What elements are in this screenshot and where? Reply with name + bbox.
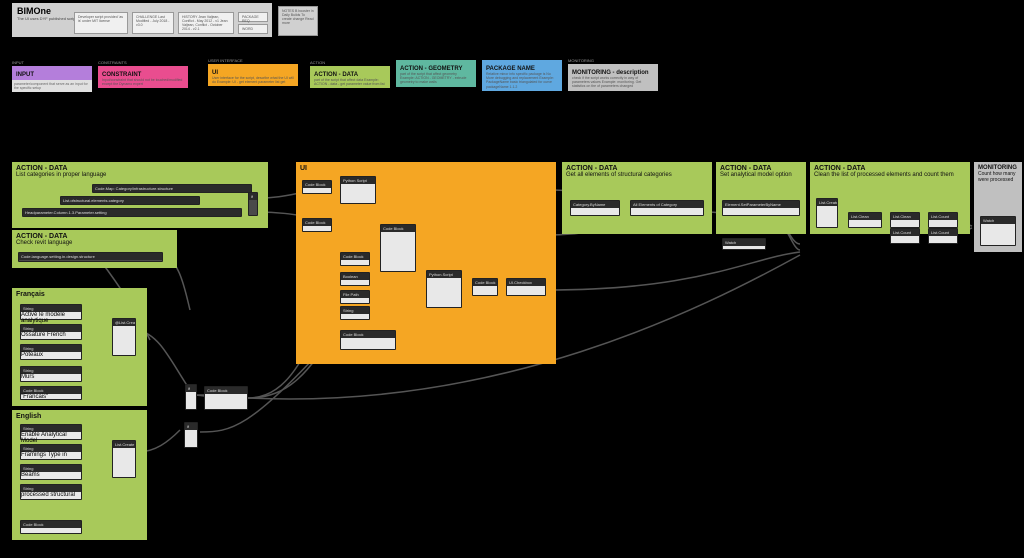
legend-package: PACKAGE NAME Relative minor info specifi… [482,60,562,91]
header-challenge: CHALLENGE Last Modified - July 2018 - v3… [132,12,174,34]
node-listclean2[interactable]: List.Clean [890,212,920,228]
legend-actiondata: ACTION ACTION - DATA part of the script … [310,60,390,88]
group-ui[interactable]: UI [296,162,556,364]
node-str-fr1[interactable]: StringActivé le modèle analytique [20,304,82,320]
node-ui-chk[interactable]: UI.Checkbox [506,278,546,296]
node-str-fr2[interactable]: StringOssature French [20,324,82,340]
header-history: HISTORY Jean Valjean, Conflict - May 201… [178,12,234,34]
node-ui-cb2[interactable]: Code Block [302,218,332,232]
node-headparam[interactable]: Headparameter.Column.1.3.Parameter.setti… [22,208,242,217]
node-setparam[interactable]: Element.SetParameterByName [722,200,800,216]
node-listcount2[interactable]: List.Count [928,212,958,228]
node-liststruct[interactable]: List.ofstructural.elements.category [60,196,200,205]
node-listcreate-fr[interactable]: @List.Create [112,318,136,356]
legend-input: INPUT INPUT parameter/component that ser… [12,60,92,92]
node-catbyname[interactable]: Category.ByName [570,200,620,216]
legend-ui: USER INTERFACE UI User interface for the… [208,58,298,86]
legend-constraint: CONSTRAINTS CONSTRAINT Input/constraint … [98,60,188,88]
node-str-en4[interactable]: Stringprocessed structural [20,484,82,500]
node-str-en3[interactable]: StringBeams [20,464,82,480]
node-listclean[interactable]: List.Clean [848,212,882,228]
node-ui-cb3[interactable]: Code Block [340,252,370,266]
header-notes: NOTES B booster in Daily Builds To creat… [278,6,318,36]
node-if-center[interactable]: if [185,384,197,410]
group-check-lang[interactable]: ACTION - DATA Check revit language [12,230,177,268]
node-ui-cb4[interactable]: Code Block [380,224,416,272]
node-listcount[interactable]: List.Count [890,228,920,244]
node-ui-python[interactable]: Python Script [340,176,376,204]
node-str-en2[interactable]: StringFramings Type in [20,444,82,460]
node-ui-cb5[interactable]: Code Block [340,330,396,350]
group-getall[interactable]: ACTION - DATA Get all elements of struct… [562,162,712,234]
node-cb-fr[interactable]: Code Block"Francais" [20,386,82,400]
node-watch[interactable]: Watch [980,216,1016,246]
group-list-categories[interactable]: ACTION - DATA List categories in proper … [12,162,268,228]
node-lang[interactable]: Code.language.setting.in.design.structur… [18,252,163,262]
header-word: WORD [238,24,268,34]
legend-monitoring: MONITORING MONITORING - description chec… [568,58,658,91]
header-package: PACKAGE REQ [238,12,268,22]
node-str-fr3[interactable]: StringPoteaux [20,344,82,360]
node-ui-file[interactable]: File Path [340,290,370,304]
header-developer: Developer script provided 'as is' under … [74,12,128,34]
node-codemap[interactable]: Code.Map: Category/infrastructure.struct… [92,184,252,193]
node-if1[interactable]: if [248,192,258,216]
node-if-center2[interactable]: if [184,422,198,448]
node-ui-cb6[interactable]: Code Block [472,278,498,296]
node-str-en1[interactable]: StringEnable Analytical Model [20,424,82,440]
node-listcount3[interactable]: List.Count [928,228,958,244]
node-ui-cb1[interactable]: Code Block [302,180,332,194]
node-cb-en[interactable]: Code Block [20,520,82,534]
node-cb-center[interactable]: Code Block [204,386,248,410]
legend-actiongeom: ACTION - GEOMETRY part of the script tha… [396,60,476,87]
node-ui-str[interactable]: String [340,306,370,320]
node-listcreate-en[interactable]: List.Create [112,440,136,478]
node-setparam-aux[interactable]: Watch [722,238,766,250]
group-setanalytical[interactable]: ACTION - DATA Set analytical model optio… [716,162,806,234]
node-listcreate2[interactable]: List.Create [816,198,838,228]
node-ui-bool[interactable]: Boolean [340,272,370,286]
node-allelem[interactable]: All Elements of Category [630,200,704,216]
node-ui-pyscript[interactable]: Python.Script [426,270,462,308]
node-str-fr4[interactable]: StringMurs [20,366,82,382]
